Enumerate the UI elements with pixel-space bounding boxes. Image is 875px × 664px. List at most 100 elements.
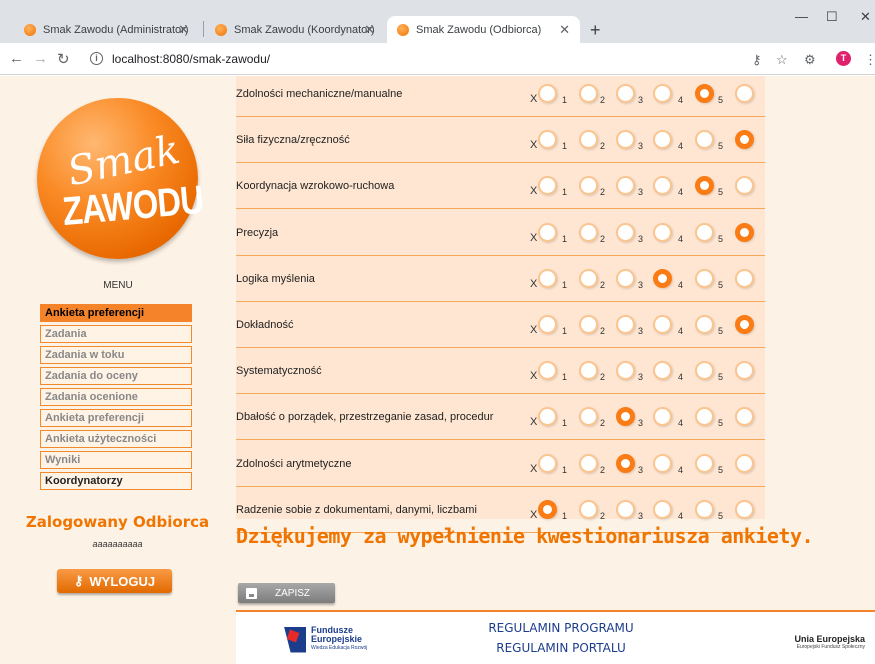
new-tab-icon[interactable]: +	[590, 20, 601, 41]
rating-radio[interactable]	[735, 407, 754, 427]
logout-label: WYLOGUJ	[89, 573, 156, 589]
rating-radio[interactable]	[616, 222, 635, 242]
browser-tab-koordynator[interactable]: Smak Zawodu (Koordynator) ✕	[205, 16, 385, 43]
browser-tab-odbiorca[interactable]: Smak Zawodu (Odbiorca) ✕	[387, 16, 580, 43]
address-bar[interactable]: i localhost:8080/smak-zawodu/	[86, 47, 766, 71]
password-key-icon[interactable]: ⚷	[752, 52, 762, 68]
back-icon[interactable]: ←	[9, 50, 24, 67]
rating-radio[interactable]	[579, 315, 598, 334]
bookmark-star-icon[interactable]: ☆	[776, 52, 788, 68]
rating-radio[interactable]	[579, 84, 598, 103]
rating-radio[interactable]	[695, 222, 714, 242]
minimize-icon[interactable]: —	[795, 9, 808, 24]
rating-radio[interactable]	[616, 315, 635, 334]
reload-icon[interactable]: ↻	[57, 50, 70, 68]
rating-radio[interactable]	[579, 499, 598, 519]
rating-radio[interactable]	[695, 84, 714, 103]
rating-radio[interactable]	[695, 176, 714, 196]
option-number-label: 1	[562, 464, 568, 475]
browser-tab-administrator[interactable]: Smak Zawodu (Administrator) ✕	[14, 16, 199, 43]
sidebar-menu-item[interactable]: Zadania do oceny	[40, 367, 192, 385]
rating-radio[interactable]	[695, 499, 714, 519]
logout-button[interactable]: ⚷ WYLOGUJ	[57, 569, 172, 593]
rating-radio[interactable]	[538, 222, 557, 242]
rating-radio[interactable]	[538, 361, 557, 381]
rating-radio[interactable]	[579, 222, 598, 242]
rating-radio[interactable]	[579, 453, 598, 473]
sidebar-menu-item[interactable]: Ankieta preferencji	[40, 304, 192, 322]
rating-radio[interactable]	[735, 84, 754, 103]
sidebar-menu-item[interactable]: Zadania w toku	[40, 346, 192, 364]
rating-radio[interactable]	[735, 453, 754, 473]
rating-radio[interactable]	[653, 222, 672, 242]
rating-radio[interactable]	[538, 315, 557, 334]
rating-radio[interactable]	[616, 130, 635, 150]
rating-radio[interactable]	[616, 499, 635, 519]
rating-radio[interactable]	[616, 407, 635, 427]
close-tab-icon[interactable]: ✕	[559, 22, 570, 38]
rating-radio[interactable]	[695, 361, 714, 381]
regulamin-portalu-link[interactable]: REGULAMIN PORTALU	[486, 638, 636, 658]
profile-avatar[interactable]: T	[836, 51, 851, 66]
rating-radio[interactable]	[653, 315, 672, 334]
rating-radio[interactable]	[538, 453, 557, 473]
rating-radio[interactable]	[735, 499, 754, 519]
option-number-label: 2	[600, 233, 606, 244]
sidebar-menu-item[interactable]: Ankieta preferencji	[40, 409, 192, 427]
rating-radio[interactable]	[735, 268, 754, 288]
rating-radio[interactable]	[653, 84, 672, 103]
rating-radio[interactable]	[695, 268, 714, 288]
rating-radio[interactable]	[538, 407, 557, 427]
rating-radio[interactable]	[579, 176, 598, 196]
browser-menu-icon[interactable]: ⋮	[864, 52, 875, 68]
rating-radio[interactable]	[695, 315, 714, 334]
sidebar-menu-item[interactable]: Koordynatorzy	[40, 472, 192, 490]
rating-radio[interactable]	[616, 361, 635, 381]
rating-radio[interactable]	[735, 361, 754, 381]
key-icon: ⚷	[73, 573, 84, 588]
rating-radio[interactable]	[579, 407, 598, 427]
sidebar-menu-item[interactable]: Ankieta użyteczności	[40, 430, 192, 448]
rating-radio[interactable]	[653, 268, 672, 288]
rating-radio[interactable]	[653, 499, 672, 519]
maximize-icon[interactable]: ☐	[826, 9, 838, 25]
rating-radio[interactable]	[616, 453, 635, 473]
rating-radio[interactable]	[538, 499, 557, 519]
rating-radio[interactable]	[538, 176, 557, 196]
rating-radio[interactable]	[538, 84, 557, 103]
rating-radio[interactable]	[616, 84, 635, 103]
question-label: Koordynacja wzrokowo-ruchowa	[236, 180, 395, 193]
option-number-label: 4	[678, 418, 684, 429]
rating-radio[interactable]	[735, 176, 754, 196]
sidebar-menu-item[interactable]: Zadania	[40, 325, 192, 343]
sidebar-menu-item[interactable]: Wyniki	[40, 451, 192, 469]
rating-radio[interactable]	[616, 268, 635, 288]
rating-radio[interactable]	[653, 407, 672, 427]
rating-radio[interactable]	[653, 130, 672, 150]
rating-radio[interactable]	[579, 268, 598, 288]
rating-radio[interactable]	[538, 268, 557, 288]
forward-icon[interactable]: →	[33, 50, 48, 67]
option-x-label: X	[530, 370, 538, 383]
rating-radio[interactable]	[653, 361, 672, 381]
close-tab-icon[interactable]: ✕	[178, 22, 189, 38]
rating-radio[interactable]	[735, 130, 754, 150]
close-tab-icon[interactable]: ✕	[364, 22, 375, 38]
rating-radio[interactable]	[579, 130, 598, 150]
rating-radio[interactable]	[653, 176, 672, 196]
close-window-icon[interactable]: ✕	[860, 9, 871, 25]
rating-radio[interactable]	[695, 130, 714, 150]
save-button[interactable]: ZAPISZ	[238, 583, 335, 603]
sidebar-menu-item[interactable]: Zadania ocenione	[40, 388, 192, 406]
rating-radio[interactable]	[695, 453, 714, 473]
site-info-icon[interactable]: i	[90, 52, 103, 65]
rating-radio[interactable]	[616, 176, 635, 196]
rating-radio[interactable]	[695, 407, 714, 427]
rating-radio[interactable]	[735, 222, 754, 242]
rating-radio[interactable]	[735, 315, 754, 334]
rating-radio[interactable]	[653, 453, 672, 473]
rating-radio[interactable]	[579, 361, 598, 381]
rating-radio[interactable]	[538, 130, 557, 150]
extension-icon[interactable]: ⚙	[804, 52, 816, 68]
regulamin-programu-link[interactable]: REGULAMIN PROGRAMU	[486, 618, 636, 638]
